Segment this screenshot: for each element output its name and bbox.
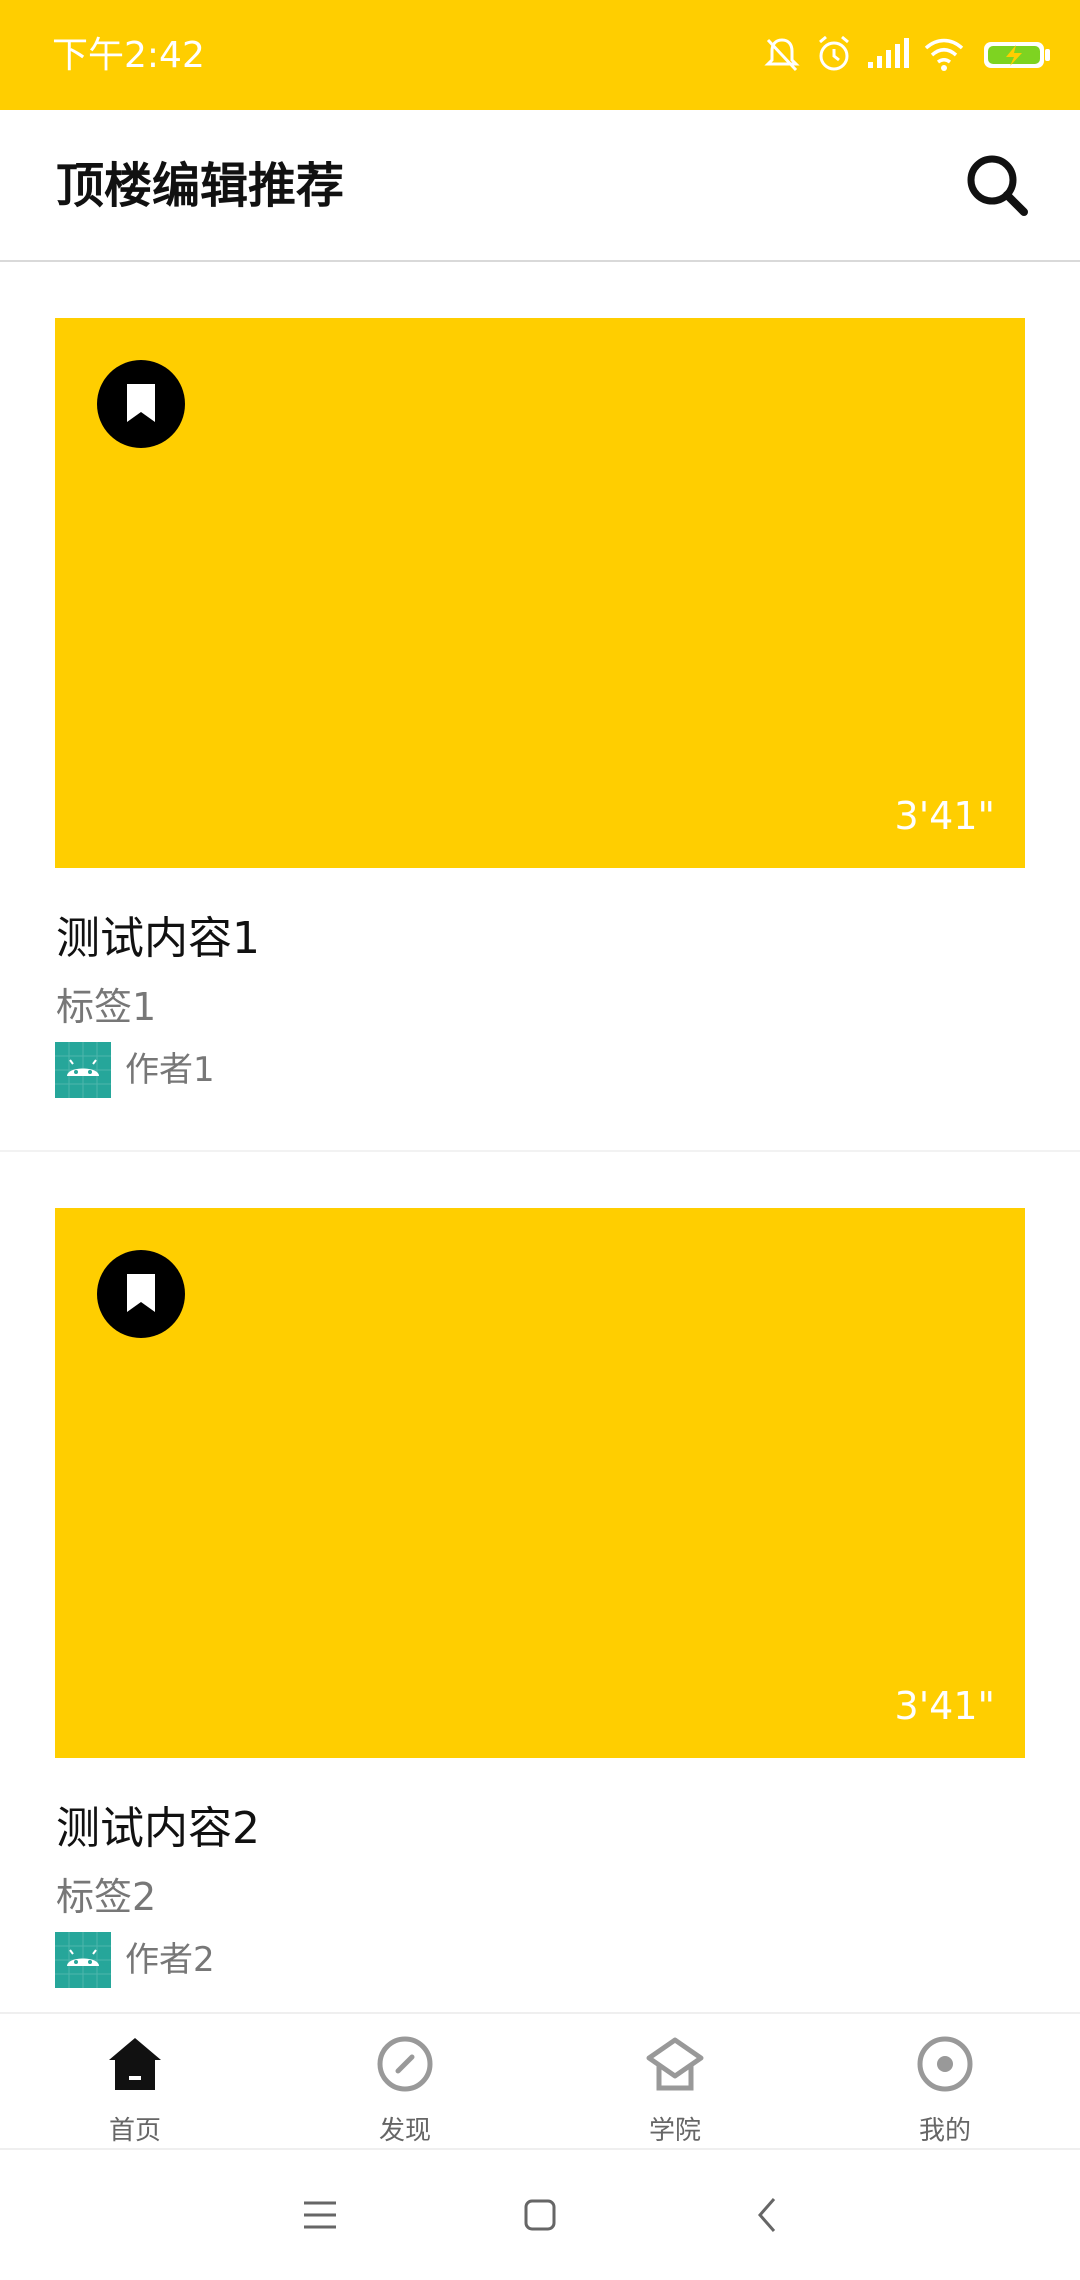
video-duration: 3'41" <box>894 1684 995 1728</box>
page-title: 顶楼编辑推荐 <box>56 158 345 214</box>
tab-home[interactable]: 首页 <box>0 2014 270 2150</box>
video-cover[interactable]: 3'41" <box>55 1208 1025 1758</box>
system-nav-bar <box>0 2150 1080 2280</box>
card-title[interactable]: 测试内容1 <box>56 912 260 966</box>
android-avatar-icon <box>55 1042 111 1098</box>
search-icon <box>967 155 1028 216</box>
home-square-icon[interactable] <box>520 2195 560 2235</box>
tab-academy[interactable]: 学院 <box>540 2014 810 2150</box>
menu-icon[interactable] <box>300 2195 340 2235</box>
battery-charging-icon <box>984 42 1050 68</box>
alarm-icon <box>819 35 849 71</box>
mute-icon <box>764 38 800 72</box>
card-title[interactable]: 测试内容2 <box>56 1802 260 1856</box>
profile-icon <box>917 2036 973 2092</box>
status-time: 下午2:42 <box>52 35 205 76</box>
bookmark-icon <box>127 384 155 422</box>
academy-icon <box>646 2037 704 2091</box>
card-tag[interactable]: 标签2 <box>56 1874 156 1920</box>
tab-profile[interactable]: 我的 <box>810 2014 1080 2150</box>
video-cover[interactable]: 3'41" <box>55 318 1025 868</box>
home-icon <box>109 2038 161 2090</box>
author-name: 作者1 <box>125 1050 215 1090</box>
video-duration: 3'41" <box>894 794 995 838</box>
tab-label: 我的 <box>918 2116 971 2146</box>
app-bar: 顶楼编辑推荐 <box>0 110 1080 262</box>
bookmark-icon <box>127 1274 155 1312</box>
signal-icon <box>868 38 909 68</box>
bottom-nav: 首页 发现 学院 我的 <box>0 2012 1080 2150</box>
search-button[interactable] <box>962 150 1032 220</box>
bookmark-button[interactable] <box>97 360 185 448</box>
status-bar: 下午2:42 <box>0 0 1080 110</box>
tab-label: 学院 <box>648 2116 701 2146</box>
feed-card[interactable]: 3'41" 测试内容2 标签2 作者2 <box>0 1152 1080 2042</box>
compass-icon <box>377 2036 433 2092</box>
tab-discover[interactable]: 发现 <box>270 2014 540 2150</box>
back-icon[interactable] <box>748 2195 788 2235</box>
tab-label: 首页 <box>108 2116 161 2146</box>
wifi-icon <box>924 38 964 71</box>
android-avatar-icon <box>55 1932 111 1988</box>
tab-label: 发现 <box>378 2116 431 2146</box>
feed-card[interactable]: 3'41" 测试内容1 标签1 作者1 <box>0 262 1080 1152</box>
bookmark-button[interactable] <box>97 1250 185 1338</box>
card-tag[interactable]: 标签1 <box>56 984 156 1030</box>
author-name: 作者2 <box>125 1940 215 1980</box>
